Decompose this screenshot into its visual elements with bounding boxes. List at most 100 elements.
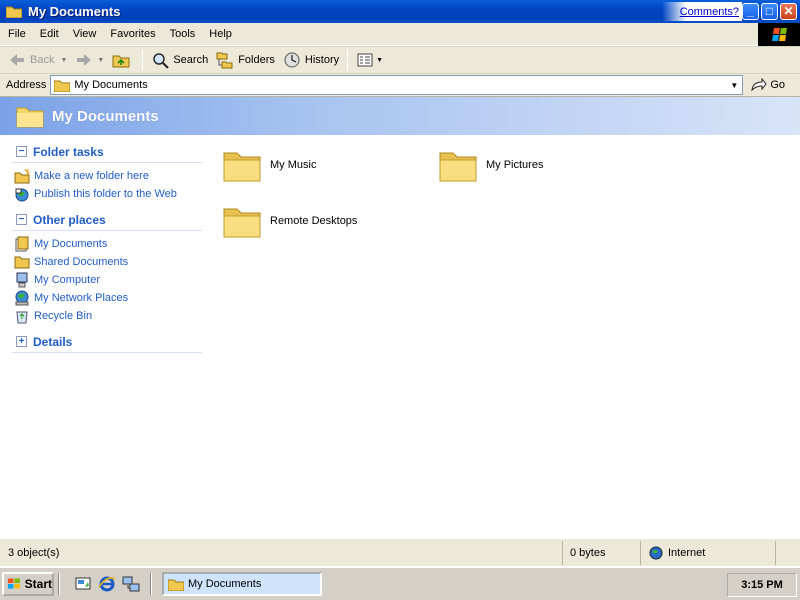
folder-remote-desktops[interactable]: Remote Desktops [222,203,357,239]
close-button[interactable]: ✕ [780,3,797,20]
place-network-places[interactable]: My Network Places [12,289,202,307]
menu-favorites[interactable]: Favorites [104,28,161,40]
title-bar[interactable]: My Documents Comments? _ □ ✕ [0,0,800,23]
task-label: Make a new folder here [34,170,149,182]
search-icon [153,53,170,69]
collapse-icon[interactable]: − [16,214,27,225]
address-input[interactable]: My Documents ▼ [50,75,744,95]
task-label: Publish this folder to the Web [34,188,177,200]
back-dropdown-icon[interactable]: ▼ [60,57,67,64]
maximize-button[interactable]: □ [761,3,778,20]
show-desktop-icon[interactable] [74,575,92,593]
address-value: My Documents [74,79,148,91]
search-button[interactable]: Search [147,48,212,72]
details-section: + Details [12,331,202,353]
folder-up-icon [112,55,130,68]
banner-title: My Documents [52,107,159,125]
start-button[interactable]: Start [2,572,54,596]
folders-tree-icon [216,52,233,69]
windows-logo-icon [758,23,800,46]
quick-launch [74,575,146,593]
folder-icon [14,256,30,269]
large-folder-icon [16,107,44,128]
system-clock[interactable]: 3:15 PM [727,573,797,597]
internet-explorer-icon[interactable] [98,575,116,593]
folder-label: My Music [270,159,317,171]
place-my-computer[interactable]: My Computer [12,271,202,289]
task-publish-folder[interactable]: Publish this folder to the Web [12,185,202,203]
network-icon [15,290,29,306]
comments-link[interactable]: Comments? [662,2,742,21]
address-label: Address [6,79,47,91]
folder-tasks-section: − Folder tasks Make a new folder here Pu… [12,141,202,203]
toolbar-separator [142,50,144,70]
place-label: My Computer [34,274,101,286]
taskbar: Start My Documents 3:15 PM [0,566,800,600]
status-zone: Internet [641,540,776,565]
place-my-documents[interactable]: My Documents [12,235,202,253]
menu-edit[interactable]: Edit [34,28,65,40]
folders-button[interactable]: Folders [212,48,279,72]
history-button[interactable]: History [279,48,343,72]
place-recycle-bin[interactable]: Recycle Bin [12,307,202,325]
details-header[interactable]: + Details [12,331,202,353]
folder-icon [168,579,184,591]
folder-my-music[interactable]: My Music [222,147,316,183]
status-zone-label: Internet [668,546,706,559]
details-title: Details [33,334,73,349]
taskbar-window-my-documents[interactable]: My Documents [162,572,322,596]
forward-dropdown-icon[interactable]: ▼ [97,57,104,64]
menu-help[interactable]: Help [203,28,238,40]
folder-tasks-header[interactable]: − Folder tasks [12,141,202,163]
back-button[interactable]: Back ▼ [4,48,71,72]
other-places-header[interactable]: − Other places [12,209,202,231]
internet-globe-icon [649,546,663,559]
computer-icon [16,272,28,288]
folder-label: My Pictures [486,159,544,171]
menu-tools[interactable]: Tools [164,28,202,40]
windows-logo-icon [7,578,20,589]
go-label: Go [770,79,786,91]
other-places-title: Other places [33,212,106,227]
history-label: History [304,54,340,66]
back-arrow-icon [10,54,24,66]
new-folder-icon [14,168,30,184]
address-bar: Address My Documents ▼ Go [0,74,800,97]
toolbar: Back ▼ ▼ Search Folders History ▼ [0,46,800,74]
quicklaunch-separator [58,573,60,595]
folders-label: Folders [238,54,275,66]
views-button[interactable]: ▼ [352,48,387,72]
place-label: Shared Documents [34,256,129,268]
start-label: Start [24,577,52,591]
publish-web-icon [15,188,29,202]
up-folder-button[interactable] [108,48,138,72]
network-connection-icon[interactable] [122,575,140,593]
status-size: 0 bytes [563,540,641,565]
quicklaunch-separator [150,573,152,595]
folder-icon [54,80,71,92]
collapse-icon[interactable]: − [16,146,27,157]
folder-label: Remote Desktops [270,215,358,227]
forward-button[interactable]: ▼ [71,48,108,72]
place-label: Recycle Bin [34,310,93,322]
address-dropdown-button[interactable]: ▼ [725,76,743,94]
folder-icon [6,6,22,18]
menu-view[interactable]: View [67,28,103,40]
taskbar-window-label: My Documents [188,578,262,590]
minimize-button[interactable]: _ [742,3,759,20]
folder-tasks-title: Folder tasks [33,144,104,159]
other-places-section: − Other places My Documents Shared Docum… [12,209,202,325]
views-dropdown-icon[interactable]: ▼ [376,57,383,64]
folder-icon [223,152,261,182]
place-shared-documents[interactable]: Shared Documents [12,253,202,271]
folder-banner: My Documents [0,97,800,135]
task-pane: − Folder tasks Make a new folder here Pu… [0,135,210,538]
expand-icon[interactable]: + [16,336,27,347]
go-button[interactable]: Go [751,78,785,92]
menu-file[interactable]: File [2,28,32,40]
task-make-new-folder[interactable]: Make a new folder here [12,167,202,185]
folder-icon [439,152,477,182]
folder-my-pictures[interactable]: My Pictures [438,147,543,183]
folder-icon [223,208,261,238]
views-icon [357,53,373,67]
